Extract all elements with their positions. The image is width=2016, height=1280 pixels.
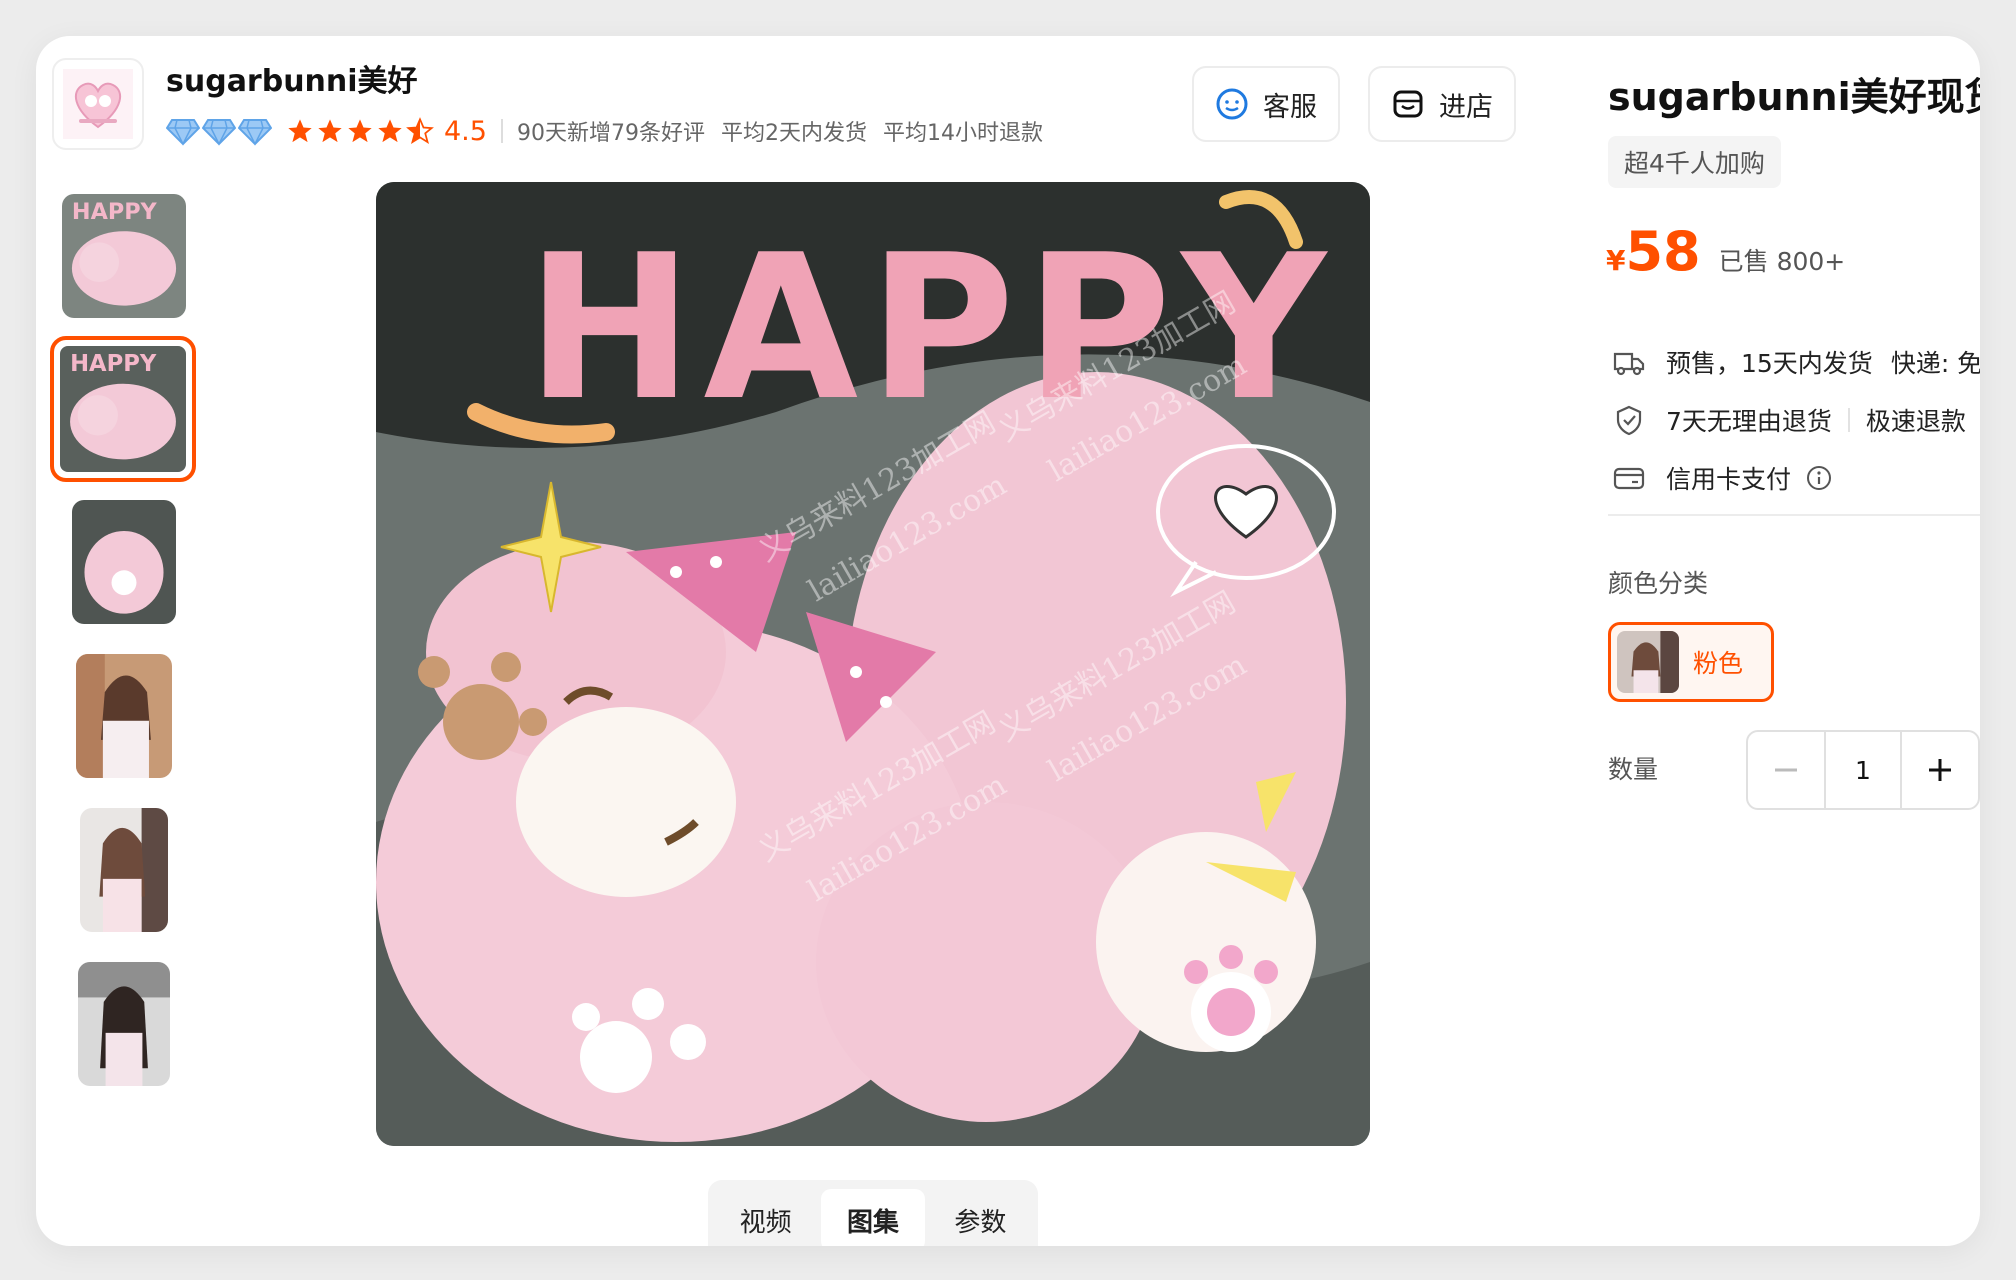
currency-symbol: ¥ xyxy=(1606,244,1626,277)
enter-store-label: 进店 xyxy=(1439,91,1493,123)
payment-text: 信用卡支付 xyxy=(1666,465,1792,494)
tab-gallery[interactable]: 图集 xyxy=(821,1189,925,1246)
truck-icon xyxy=(1613,352,1645,376)
color-option-thumbnail xyxy=(1617,631,1679,693)
thumbnail-3[interactable] xyxy=(72,500,176,624)
quantity-value[interactable]: 1 xyxy=(1824,732,1902,808)
customer-service-button[interactable]: 客服 xyxy=(1192,66,1340,142)
price-block: ¥ 58 已售 800+ xyxy=(1606,220,1845,283)
chat-bubble-icon xyxy=(1216,88,1248,120)
refund-text: 极速退款 xyxy=(1865,407,1966,436)
thumbnail-2-selected[interactable]: HAPPY xyxy=(50,336,196,482)
thumbnail-1[interactable]: HAPPY xyxy=(62,194,186,318)
section-divider xyxy=(1608,514,1980,516)
meta-divider xyxy=(500,119,503,143)
store-stat-refund: 平均14小时退款 xyxy=(882,121,1043,146)
color-label: 颜色分类 xyxy=(1608,569,1709,598)
return-row: 7天无理由退货 极速退款 xyxy=(1612,400,1980,440)
enter-store-button[interactable]: 进店 xyxy=(1368,66,1516,142)
product-page-card: sugarbunni美好 4.5 90天新增79条好评 平均2天内发货 平均14… xyxy=(36,36,1980,1246)
svg-text:HAPPY: HAPPY xyxy=(72,199,158,225)
shipping-text: 预售，15天内发货 xyxy=(1666,349,1873,378)
shipping-row: 预售，15天内发货 快递: 免 xyxy=(1612,342,1980,382)
return-divider xyxy=(1847,408,1850,432)
minus-icon xyxy=(1775,768,1797,772)
price-value: 58 xyxy=(1625,220,1701,283)
store-name[interactable]: sugarbunni美好 xyxy=(166,56,418,100)
store-logo[interactable] xyxy=(52,58,144,150)
thumbnail-6[interactable] xyxy=(78,962,170,1086)
tab-video[interactable]: 视频 xyxy=(714,1189,817,1246)
payment-row: 信用卡支付 xyxy=(1612,458,1980,498)
color-option-pink[interactable]: 粉色 xyxy=(1608,622,1774,702)
media-tabs: 视频 图集 参数 xyxy=(708,1180,1038,1246)
shop-icon xyxy=(1393,90,1423,118)
return-text: 7天无理由退货 xyxy=(1666,407,1832,436)
store-stat-reviews: 90天新增79条好评 xyxy=(516,121,705,146)
svg-text:HAPPY: HAPPY xyxy=(70,351,157,377)
thumbnail-4[interactable] xyxy=(76,654,172,778)
sold-count: 已售 800+ xyxy=(1718,247,1846,276)
diamond-level-icon xyxy=(166,116,272,146)
star-rating-icon xyxy=(286,117,434,145)
customer-service-label: 客服 xyxy=(1263,91,1317,123)
info-icon[interactable] xyxy=(1805,464,1833,492)
shipping-extra: 快递: 免 xyxy=(1890,349,1980,378)
plus-icon xyxy=(1929,759,1951,781)
decrease-quantity-button[interactable] xyxy=(1748,732,1824,808)
product-title: sugarbunni美好现货甜 xyxy=(1608,75,1980,119)
store-rating: 4.5 xyxy=(444,115,487,147)
tab-params[interactable]: 参数 xyxy=(929,1189,1032,1246)
quantity-stepper: 1 xyxy=(1746,730,1980,810)
quantity-label: 数量 xyxy=(1608,755,1659,784)
increase-quantity-button[interactable] xyxy=(1902,732,1978,808)
color-option-label: 粉色 xyxy=(1693,649,1744,678)
main-product-image[interactable]: HAPPY 义乌来料123加工网 lailiao123.com 义乌来料123加… xyxy=(376,182,1370,1146)
store-meta: 4.5 90天新增79条好评 平均2天内发货 平均14小时退款 xyxy=(166,114,1059,148)
return-shield-icon xyxy=(1616,405,1642,436)
credit-card-icon xyxy=(1613,467,1645,490)
store-stat-shipping: 平均2天内发货 xyxy=(720,121,867,146)
popularity-tag: 超4千人加购 xyxy=(1608,136,1781,188)
thumbnail-5[interactable] xyxy=(80,808,168,932)
